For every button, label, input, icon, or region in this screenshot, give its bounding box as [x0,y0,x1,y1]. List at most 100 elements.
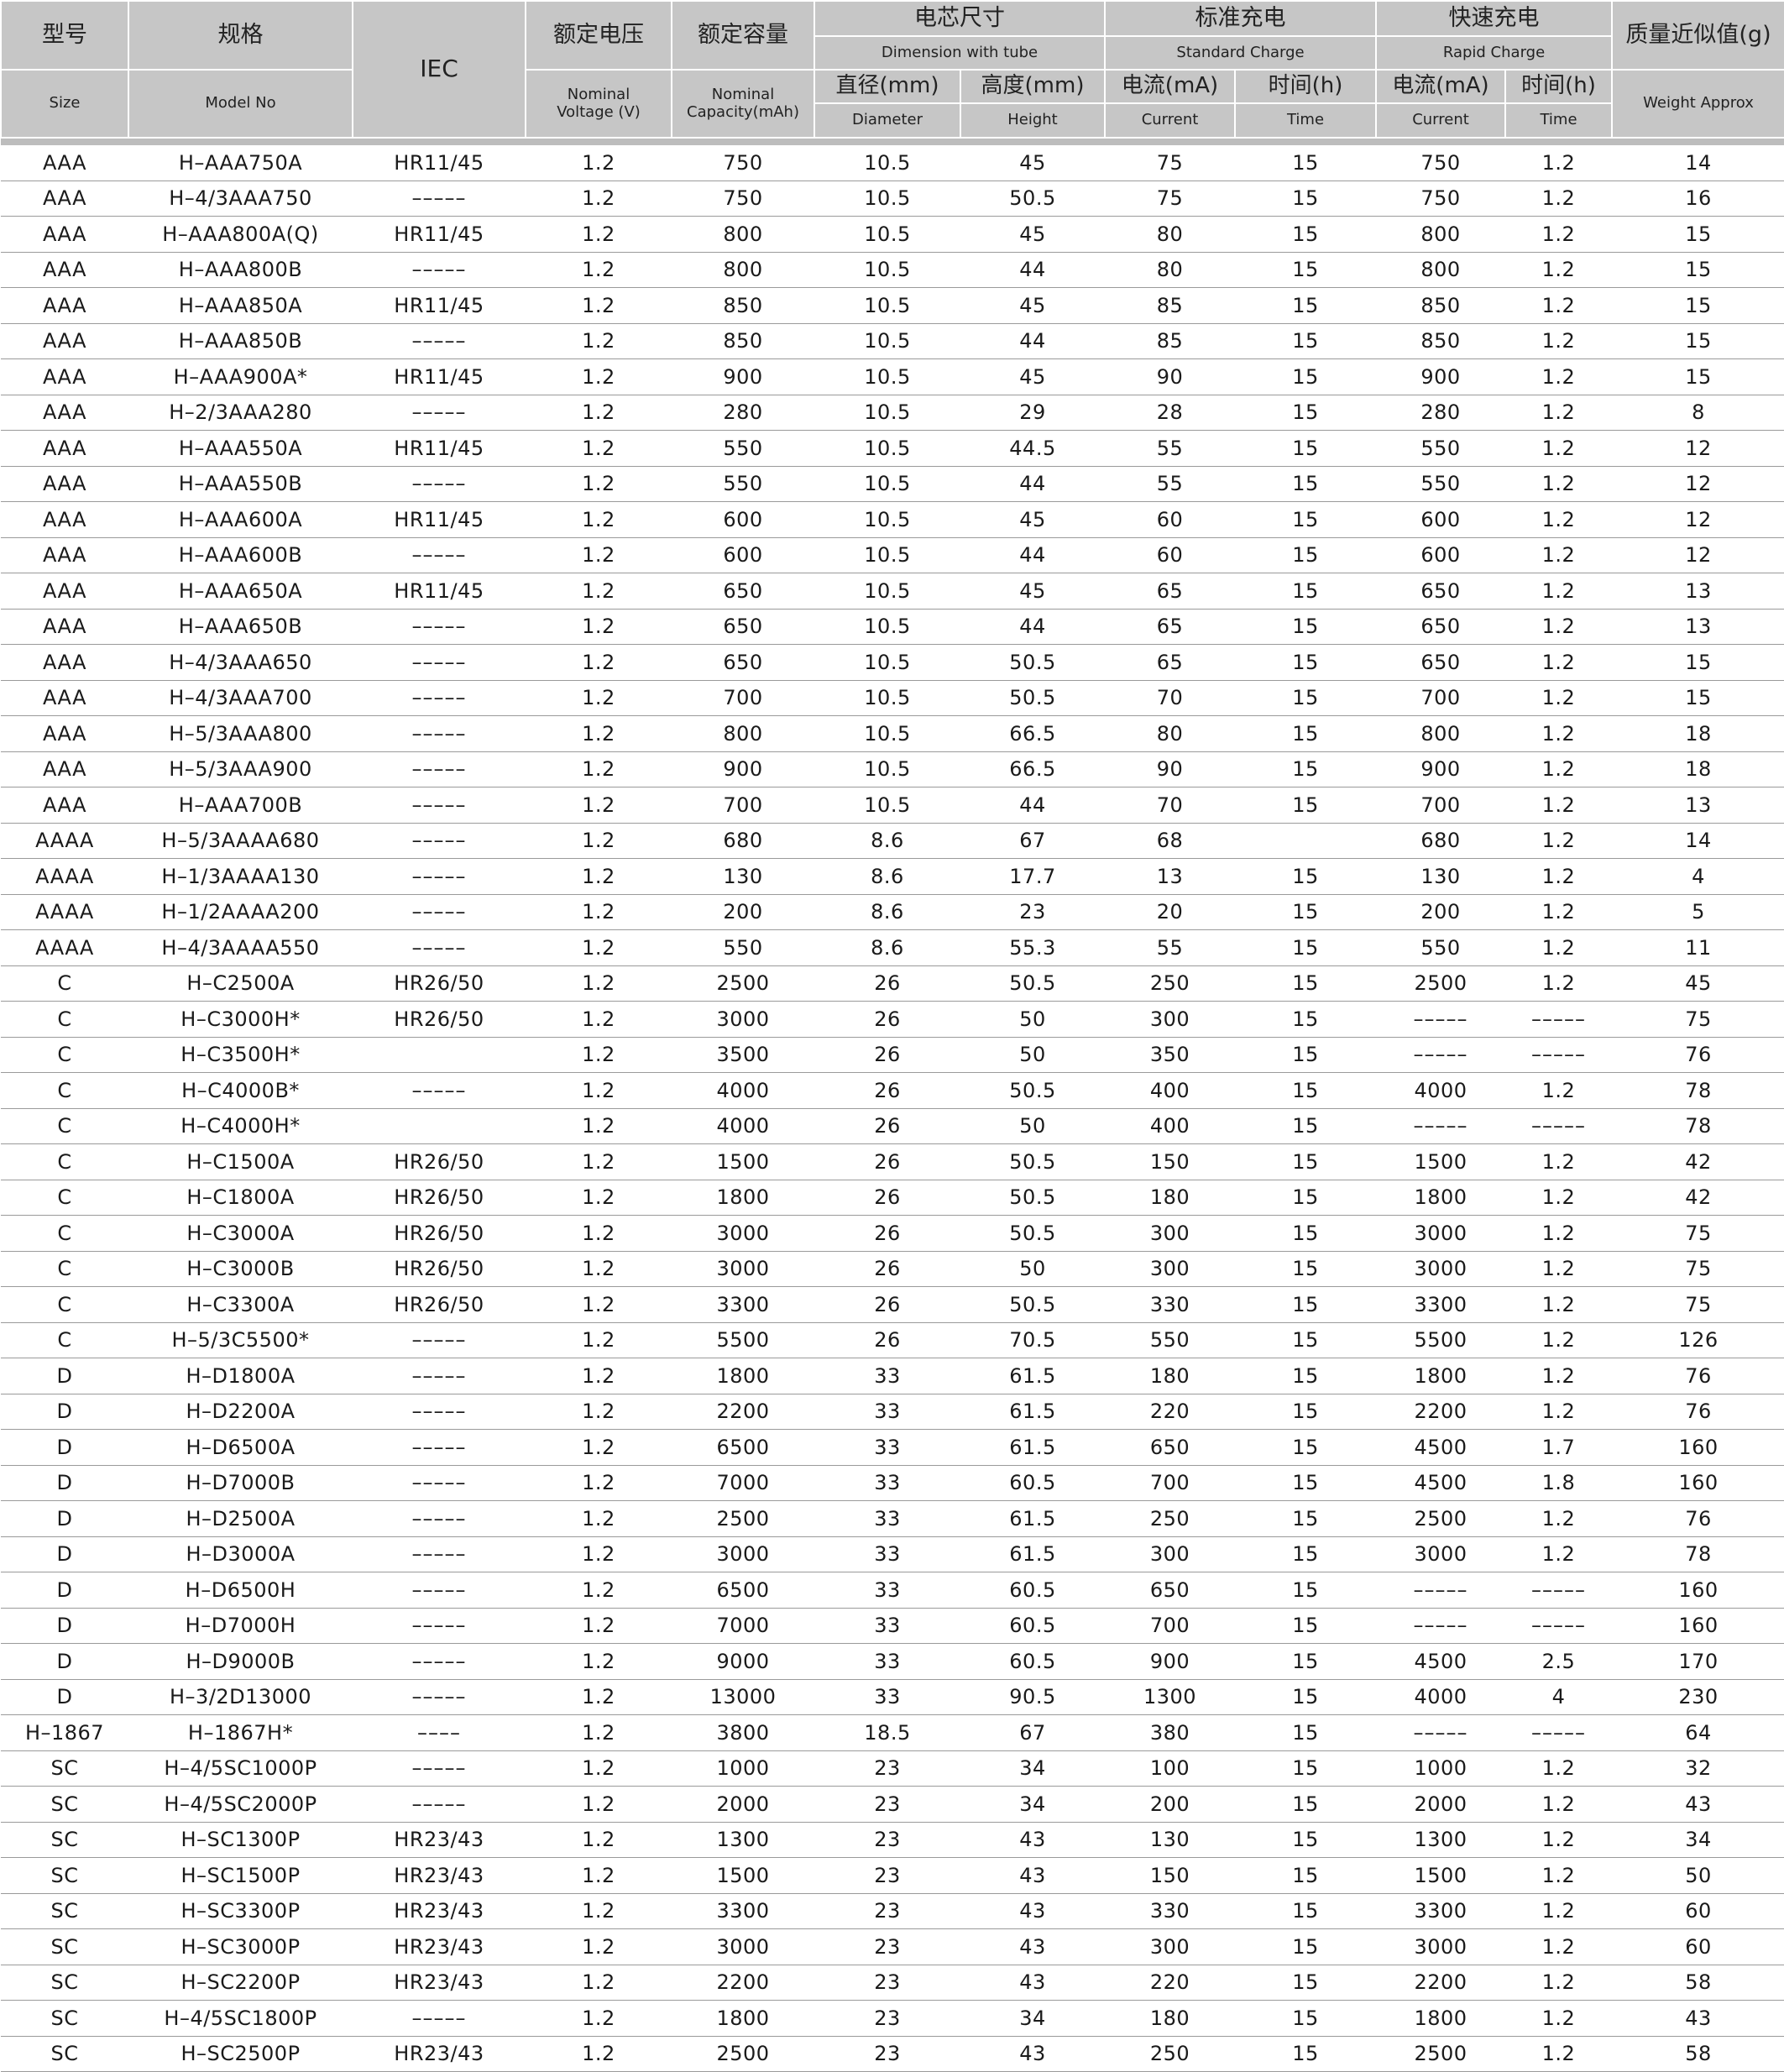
cell-size: AAA [1,644,128,681]
cell-std-current: 650 [1105,1572,1235,1609]
cell-std-current: 80 [1105,715,1235,752]
cell-rap-time: 1.2 [1505,609,1612,645]
cell-rap-time: 1.2 [1505,1786,1612,1823]
cell-voltage: 1.2 [526,1358,672,1394]
cell-height: 34 [960,1786,1105,1823]
cell-rap-time: 1.2 [1505,216,1612,253]
cell-model: H–2/3AAA280 [128,395,353,431]
cell-weight: 160 [1612,1572,1784,1609]
cell-iec: ––––– [353,823,526,859]
cell-diameter: 10.5 [814,715,960,752]
cell-size: AAAA [1,858,128,895]
cell-rap-time: 1.2 [1505,1928,1612,1965]
cell-diameter: 26 [814,1180,960,1216]
cell-rap-time: ––––– [1505,1001,1612,1038]
cell-rap-current: 1800 [1376,1180,1505,1216]
cell-weight: 42 [1612,1180,1784,1216]
cell-rap-time: 1.2 [1505,395,1612,431]
cell-height: 50.5 [960,644,1105,681]
cell-weight: 13 [1612,609,1784,645]
table-row: C H–C3000B HR26/50 1.2 3000 26 50 300 15 3000 1.2 7… [1,1251,1784,1287]
header-standard-zh: 标准充电 [1104,0,1377,37]
cell-model: H–AAA800A(Q) [128,216,353,253]
cell-rap-current: 650 [1376,644,1505,681]
table-row: AAA H–2/3AAA280 ––––– 1.2 280 10.5 29 28 15 280 1.… [1,395,1784,431]
cell-std-current: 550 [1105,1322,1235,1358]
cell-weight: 12 [1612,501,1784,538]
cell-diameter: 23 [814,2000,960,2037]
cell-std-current: 65 [1105,644,1235,681]
cell-weight: 50 [1612,1857,1784,1894]
cell-std-current: 100 [1105,1750,1235,1787]
cell-std-time: 15 [1235,501,1376,538]
cell-height: 50.5 [960,1180,1105,1216]
cell-model: H–C3500H* [128,1037,353,1073]
cell-size: AAAA [1,929,128,966]
cell-std-time: 15 [1235,787,1376,824]
cell-size: SC [1,1965,128,2001]
cell-size: D [1,1429,128,1466]
cell-model: H–SC3000P [128,1928,353,1965]
table-row: AAA H–4/3AAA650 ––––– 1.2 650 10.5 50.5 65 15 650… [1,644,1784,681]
cell-model: H–5/3AAA800 [128,715,353,752]
cell-model: H–C1800A [128,1180,353,1216]
cell-diameter: 33 [814,1500,960,1537]
cell-size: D [1,1465,128,1501]
cell-height: 60.5 [960,1572,1105,1609]
cell-diameter: 10.5 [814,573,960,610]
cell-voltage: 1.2 [526,965,672,1002]
cell-voltage: 1.2 [526,894,672,930]
cell-std-time: 15 [1235,1037,1376,1073]
cell-std-current: 65 [1105,609,1235,645]
cell-size: AAA [1,680,128,716]
cell-std-time: 15 [1235,1750,1376,1787]
cell-voltage: 1.2 [526,252,672,288]
header-size-en: Size [0,69,129,139]
cell-weight: 76 [1612,1500,1784,1537]
cell-diameter: 33 [814,1608,960,1644]
cell-rap-time: 1.2 [1505,430,1612,467]
cell-model: H–D2200A [128,1394,353,1430]
table-row: D H–D6500A ––––– 1.2 6500 33 61.5 650 15 4500 1.7 1… [1,1429,1784,1466]
cell-std-time: 15 [1235,1608,1376,1644]
cell-iec: ––––– [353,1608,526,1644]
cell-voltage: 1.2 [526,787,672,824]
cell-rap-current: 800 [1376,715,1505,752]
cell-diameter: 10.5 [814,181,960,217]
cell-capacity: 2200 [672,1394,814,1430]
cell-voltage: 1.2 [526,1143,672,1180]
cell-rap-current: ––––– [1376,1572,1505,1609]
table-row: D H–D9000B ––––– 1.2 9000 33 60.5 900 15 4500 2.5 1… [1,1643,1784,1680]
cell-size: C [1,1251,128,1287]
cell-std-current: 85 [1105,323,1235,359]
cell-voltage: 1.2 [526,2036,672,2072]
table-row: D H–D3000A ––––– 1.2 3000 33 61.5 300 15 3000 1.2 7… [1,1536,1784,1572]
cell-capacity: 800 [672,252,814,288]
cell-height: 45 [960,573,1105,610]
cell-iec: ––––– [353,1679,526,1715]
cell-height: 60.5 [960,1643,1105,1680]
cell-std-current: 20 [1105,894,1235,930]
cell-rap-current: 3000 [1376,1251,1505,1287]
cell-diameter: 26 [814,1322,960,1358]
cell-size: SC [1,1928,128,1965]
cell-voltage: 1.2 [526,216,672,253]
cell-model: H–3/2D13000 [128,1679,353,1715]
cell-capacity: 3000 [672,1928,814,1965]
cell-size: C [1,1143,128,1180]
cell-model: H–1867H* [128,1714,353,1751]
cell-size: C [1,1001,128,1038]
cell-rap-time: 1.2 [1505,323,1612,359]
cell-model: H–C2500A [128,965,353,1002]
cell-diameter: 26 [814,1286,960,1323]
cell-std-current: 650 [1105,1429,1235,1466]
cell-diameter: 26 [814,1251,960,1287]
table-row: AAA H–AAA800A(Q) HR11/45 1.2 800 10.5 45 80 15 80… [1,216,1784,253]
cell-std-current: 60 [1105,537,1235,573]
cell-std-time: 15 [1235,1180,1376,1216]
cell-model: H–C4000B* [128,1072,353,1109]
cell-iec: HR23/43 [353,1965,526,2001]
cell-iec: ––––– [353,252,526,288]
spec-table: 型号 规格 IEC 额定电压 额定容量 电芯尺寸 标准充电 快速充电 质量近似值… [0,0,1784,2072]
cell-rap-current: 200 [1376,894,1505,930]
